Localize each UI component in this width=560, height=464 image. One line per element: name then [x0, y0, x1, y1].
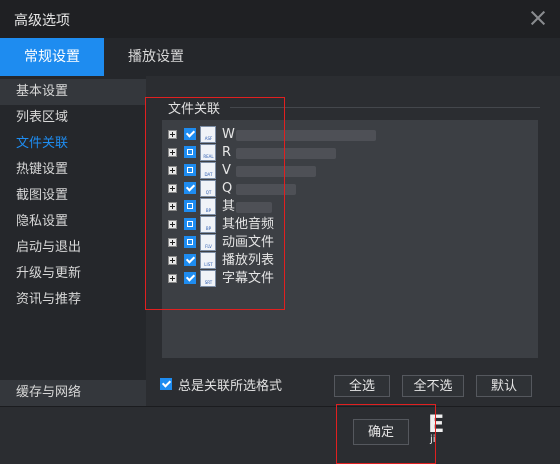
select-none-button[interactable]: 全不选	[402, 375, 464, 397]
sidebar-item-startup-exit[interactable]: 启动与退出	[0, 235, 146, 261]
sidebar-item-list-area[interactable]: 列表区域	[0, 105, 146, 131]
tab-playback-settings[interactable]: 播放设置	[110, 38, 202, 76]
window-title: 高级选项	[14, 13, 70, 29]
default-button[interactable]: 默认	[476, 375, 532, 397]
sidebar-item-cache-network[interactable]: 缓存与网络	[0, 380, 146, 406]
select-all-button[interactable]: 全选	[334, 375, 390, 397]
sidebar-item-news[interactable]: 资讯与推荐	[0, 287, 146, 313]
close-icon[interactable]	[528, 8, 548, 28]
sidebar-item-screenshot[interactable]: 截图设置	[0, 183, 146, 209]
title-bar: 高级选项	[0, 0, 560, 38]
sidebar-item-hotkeys[interactable]: 热键设置	[0, 157, 146, 183]
always-assoc-label: 总是关联所选格式	[178, 379, 283, 394]
sidebar-item-upgrade[interactable]: 升级与更新	[0, 261, 146, 287]
sidebar-item-basic[interactable]: 基本设置	[0, 79, 146, 105]
footer	[0, 406, 560, 459]
highlight-box-ok	[336, 404, 436, 464]
tab-bar: 常规设置 播放设置	[0, 38, 560, 77]
highlight-box-file-tree	[145, 97, 285, 310]
sidebar: 基本设置 列表区域 文件关联 热键设置 截图设置 隐私设置 启动与退出 升级与更…	[0, 76, 146, 406]
sidebar-item-file-assoc[interactable]: 文件关联	[0, 131, 146, 157]
always-assoc-checkbox[interactable]	[160, 378, 172, 390]
tab-general-settings[interactable]: 常规设置	[0, 38, 104, 76]
sidebar-item-privacy[interactable]: 隐私设置	[0, 209, 146, 235]
